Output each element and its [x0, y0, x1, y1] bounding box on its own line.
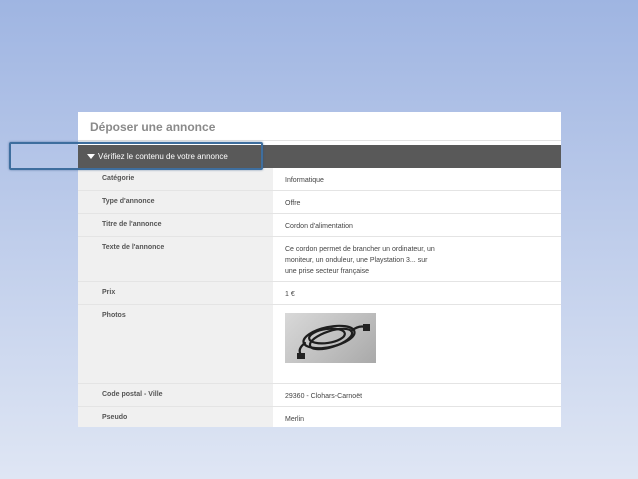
row-value: Informatique	[285, 177, 324, 184]
table-row-category: Catégorie Informatique	[78, 168, 561, 191]
text-line: moniteur, un onduleur, une Playstation 3…	[285, 257, 428, 264]
row-label: Catégorie	[102, 175, 135, 182]
table-row-postcode-city: Code postal - Ville 29360 - Clohars-Carn…	[78, 384, 561, 407]
row-label: Texte de l'annonce	[102, 244, 165, 251]
table-row-photos: Photos	[78, 305, 561, 384]
page-title: Déposer une annonce	[90, 120, 216, 134]
row-label: Pseudo	[102, 414, 128, 421]
row-value: 29360 - Clohars-Carnoët	[285, 393, 363, 400]
row-label: Type d'annonce	[102, 198, 155, 205]
table-row-ad-text: Texte de l'annonce Ce cordon permet de b…	[78, 237, 561, 282]
title-divider	[78, 140, 561, 141]
table-row-username: Pseudo Merlin	[78, 407, 561, 427]
row-label: Photos	[102, 312, 126, 319]
power-cord-image	[297, 324, 370, 359]
row-label: Titre de l'annonce	[102, 221, 162, 228]
row-value: Ce cordon permet de brancher un ordinate…	[285, 244, 521, 277]
row-value: 1 €	[285, 291, 295, 298]
row-value: Cordon d'alimentation	[285, 223, 353, 230]
table-row-ad-type: Type d'annonce Offre	[78, 191, 561, 214]
row-label: Prix	[102, 289, 116, 296]
product-photo[interactable]	[285, 313, 376, 363]
text-line: Ce cordon permet de brancher un ordinate…	[285, 246, 435, 253]
text-line: une prise secteur française	[285, 268, 370, 275]
row-label: Code postal - Ville	[102, 391, 163, 398]
row-value: Merlin	[285, 416, 305, 423]
highlight-frame	[9, 142, 263, 170]
table-row-ad-title: Titre de l'annonce Cordon d'alimentation	[78, 214, 561, 237]
table-row-price: Prix 1 €	[78, 282, 561, 305]
row-value: Offre	[285, 200, 301, 207]
